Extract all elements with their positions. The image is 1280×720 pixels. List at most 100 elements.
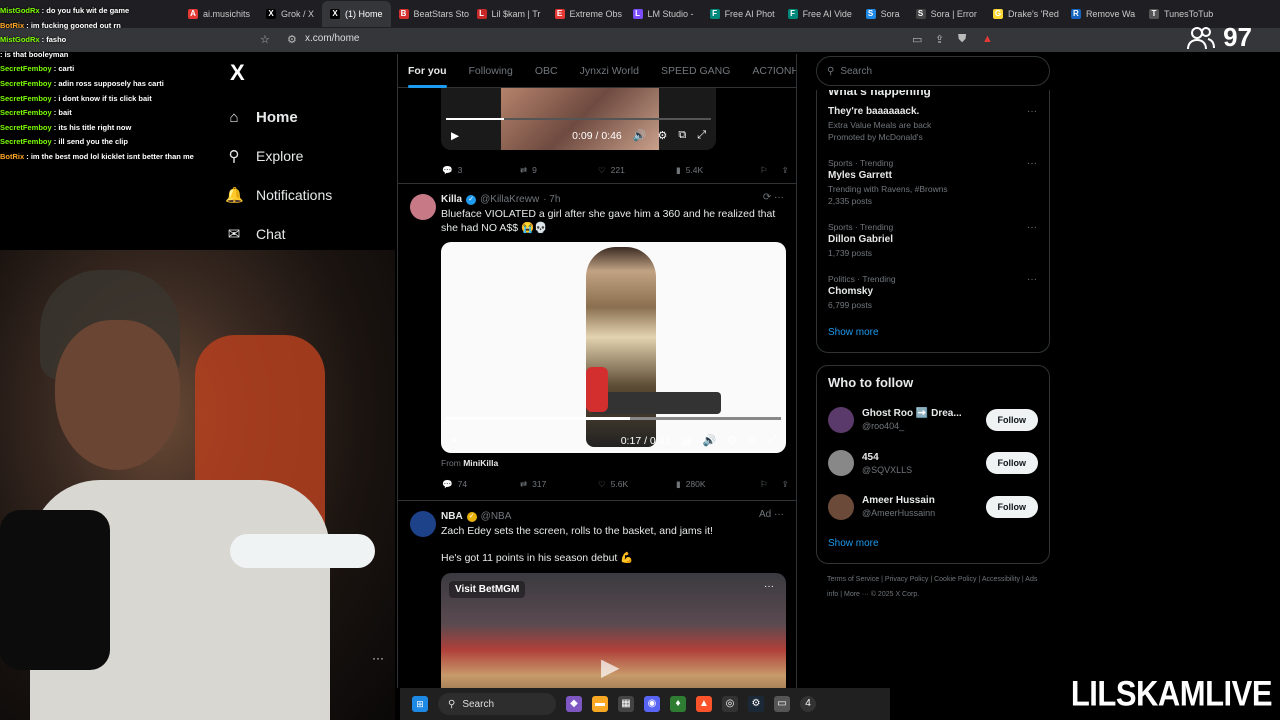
chat-username[interactable]: SecretFemboy [0, 137, 52, 146]
pause-icon[interactable]: ⏸ [451, 434, 456, 447]
browser-tab[interactable]: X (1) Home [322, 1, 391, 27]
copilot-icon[interactable]: ◆ [566, 696, 582, 712]
volume-icon[interactable]: 🔊 [703, 434, 717, 447]
trend-item[interactable]: They're baaaaaack. Extra Value Meals are … [817, 98, 1049, 150]
bookmark-icon[interactable]: ⚐ [760, 479, 768, 490]
feed-tab[interactable]: OBC [535, 54, 558, 88]
like-button[interactable]: ♡ 5.6K [598, 479, 676, 490]
nav-item-notifications[interactable]: 🔔 Notifications [225, 176, 395, 215]
fullscreen-icon[interactable]: ⤢ [697, 129, 706, 142]
settings-icon[interactable]: ⚙ [727, 434, 737, 447]
taskbar-search[interactable]: ⚲ Search [438, 693, 556, 715]
search-input[interactable]: ⚲ Search [816, 56, 1050, 86]
url-field[interactable]: x.com/home [305, 33, 359, 44]
repost-button[interactable]: ⇄ 9 [520, 165, 598, 176]
more-icon[interactable]: ··· [1027, 222, 1037, 233]
more-icon[interactable]: ··· [1027, 274, 1037, 285]
follow-suggestion[interactable]: 454 @SQVXLLS Follow [817, 442, 1049, 486]
chat-username[interactable]: SecretFemboy [0, 123, 52, 132]
settings-icon[interactable]: ⚙ [657, 129, 667, 142]
feed-tab[interactable]: For you [408, 54, 447, 88]
feed-tab[interactable]: SPEED GANG [661, 54, 730, 88]
browser-tab[interactable]: F Free AI Vide [780, 1, 858, 27]
browser-tab[interactable]: F Free AI Phot [702, 1, 780, 27]
trend-item[interactable]: Sports · Trending Dillon Gabriel 1,739 pos… [817, 214, 1049, 266]
4k-video-icon[interactable]: 4 [800, 696, 816, 712]
follow-suggestion[interactable]: Ameer Hussain @AmeerHussainn Follow [817, 485, 1049, 529]
volume-icon[interactable]: 🔊 [633, 129, 647, 142]
more-icon[interactable]: ··· [1027, 158, 1037, 169]
x-logo[interactable]: X [230, 60, 395, 98]
post-previous[interactable]: ▶ 0:09 / 0:46 🔊 ⚙ ⧉ ⤢ 💬 3 ⇄ 9 ♡ 221 ▮ 5.4K ⚐… [398, 88, 796, 184]
author-handle[interactable]: @NBA [481, 511, 512, 522]
play-icon[interactable]: ▶ [601, 653, 619, 682]
share-icon[interactable]: ⇪ [782, 479, 789, 490]
app-icon[interactable]: ▭ [774, 696, 790, 712]
follow-suggestion[interactable]: Ghost Roo ➡️ Drea... @roo404_ Follow [817, 398, 1049, 442]
shield-icon[interactable]: ⛊ [958, 33, 966, 46]
browser-tab[interactable]: G Drake's 'Red [985, 1, 1063, 27]
show-more-link[interactable]: Show more [817, 529, 1049, 563]
browser-tab[interactable]: R Remove Wa [1063, 1, 1141, 27]
follow-name[interactable]: Ameer Hussain [862, 494, 978, 507]
visit-betmgm-link[interactable]: Visit BetMGM [449, 581, 526, 598]
video-player[interactable]: ⏸ 0:17 / 0:31 ▤ 🔊 ⚙ ⧉ ⤢ [441, 242, 786, 453]
trend-item[interactable]: Sports · Trending Myles Garrett Trending w… [817, 150, 1049, 214]
browser-tab[interactable]: L LM Studio - [625, 1, 702, 27]
avatar[interactable] [828, 406, 854, 433]
chat-username[interactable]: MistGodRx [0, 6, 40, 15]
from-name[interactable]: MiniKilla [463, 458, 498, 468]
brave-icon[interactable]: ▲ [696, 696, 712, 712]
chat-username[interactable]: SecretFemboy [0, 94, 52, 103]
avatar[interactable] [828, 493, 854, 520]
post-killa[interactable]: Killa ✓ @KillaKreww · 7h ⟳ ··· Blueface … [398, 184, 796, 501]
post-age[interactable]: · 7h [543, 194, 560, 205]
play-icon[interactable]: ▶ [451, 130, 459, 142]
follow-name[interactable]: 454 [862, 451, 978, 464]
browser-tab[interactable]: E Extreme Obs [547, 1, 625, 27]
bookmark-icon[interactable]: ⚐ [760, 165, 768, 176]
discord-icon[interactable]: ◉ [644, 696, 660, 712]
views-button[interactable]: ▮ 280K [676, 479, 754, 490]
video-player[interactable]: Visit BetMGM ··· ▶ [441, 573, 786, 688]
browser-tab[interactable]: B BeatStars Sto [391, 1, 469, 27]
steam-icon[interactable]: ⚙ [748, 696, 764, 712]
brave-rewards-icon[interactable]: ▲ [982, 33, 993, 45]
app-icon[interactable]: ♦ [670, 696, 686, 712]
obs-icon[interactable]: ◎ [722, 696, 738, 712]
author-handle[interactable]: @KillaKreww [480, 194, 539, 205]
chat-username[interactable]: SecretFemboy [0, 64, 52, 73]
captions-icon[interactable]: ▤ [681, 434, 691, 447]
share-icon[interactable]: ⇪ [782, 165, 789, 176]
feed-tab[interactable]: AC7IONHOU [752, 54, 796, 88]
trend-item[interactable]: Politics · Trending Chomsky 6,799 posts ··· [817, 266, 1049, 318]
more-menu-icon[interactable]: ··· [372, 651, 384, 665]
browser-tab[interactable]: X Grok / X [258, 1, 322, 27]
nav-item-chat[interactable]: ✉ Chat [225, 214, 395, 253]
file-explorer-icon[interactable]: ▬ [592, 696, 608, 712]
pip-icon[interactable]: ⧉ [678, 129, 686, 142]
site-info-icon[interactable]: ⚙ [287, 33, 297, 46]
store-icon[interactable]: ▦ [618, 696, 634, 712]
browser-tab[interactable]: S Sora [858, 1, 908, 27]
follow-button[interactable]: Follow [985, 408, 1038, 431]
share-icon[interactable]: ⇪ [935, 33, 944, 46]
author-name[interactable]: Killa [441, 194, 462, 205]
post-nba[interactable]: NBA ✓ @NBA Ad ··· Zach Edey sets the scr… [398, 501, 796, 688]
progress-track[interactable] [446, 417, 781, 420]
chat-username[interactable]: BotRix [0, 152, 24, 161]
footer-links[interactable]: Terms of Service | Privacy Policy | Cook… [816, 564, 1050, 610]
fullscreen-icon[interactable]: ⤢ [767, 434, 776, 447]
show-more-link[interactable]: Show more [817, 318, 1049, 352]
repost-button[interactable]: ⇄ 317 [520, 479, 598, 490]
more-icon[interactable]: ··· [764, 581, 774, 592]
avatar[interactable] [410, 511, 436, 537]
reply-button[interactable]: 💬 3 [442, 165, 520, 176]
reply-button[interactable]: 💬 74 [442, 479, 520, 490]
follow-button[interactable]: Follow [985, 452, 1038, 475]
avatar[interactable] [410, 194, 436, 220]
chat-username[interactable]: SecretFemboy [0, 79, 52, 88]
chat-username[interactable]: SecretFemboy [0, 108, 52, 117]
post-button[interactable] [230, 534, 375, 568]
chat-username[interactable]: MistGodRx [0, 35, 40, 44]
